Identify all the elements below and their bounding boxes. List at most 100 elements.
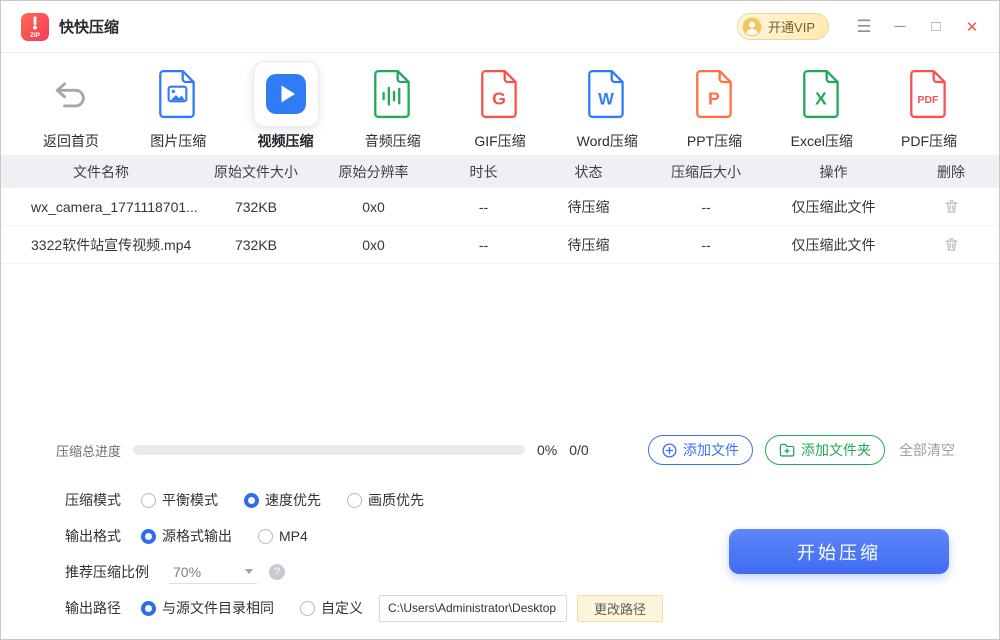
help-icon[interactable]: ? (269, 564, 285, 580)
col-header-filename: 文件名称 (1, 162, 201, 182)
app-identity: ZIP 快快压缩 (21, 13, 119, 41)
output-path-input[interactable] (379, 595, 567, 622)
output-format-label: 输出格式 (65, 526, 121, 546)
progress-actions: 添加文件 添加文件夹 全部清空 (648, 435, 955, 465)
progress-percent: 0% (537, 442, 557, 458)
chevron-down-icon (245, 569, 253, 574)
tab-return-home[interactable]: 返回首页 (25, 61, 117, 151)
svg-text:W: W (598, 89, 614, 108)
svg-text:PDF: PDF (918, 95, 939, 106)
col-header-original-size: 原始文件大小 (201, 162, 311, 182)
tab-pdf-compress[interactable]: PDF PDF压缩 (883, 61, 975, 151)
avatar-icon (742, 17, 762, 37)
app-logo-icon: ZIP (21, 13, 49, 41)
radio-dot (347, 493, 362, 508)
back-arrow-icon (38, 61, 104, 127)
empty-file-area (1, 264, 999, 427)
radio-dot (258, 529, 273, 544)
compressed-size: -- (646, 237, 766, 253)
vip-badge[interactable]: 开通VIP (737, 13, 829, 40)
ratio-value: 70% (173, 564, 201, 580)
compress-this-file-link[interactable]: 仅压缩此文件 (792, 237, 876, 253)
compressed-size: -- (646, 199, 766, 215)
output-path-row: 输出路径 与源文件目录相同 自定义 更改路径 (65, 595, 999, 621)
ppt-doc-icon: P (682, 61, 748, 127)
radio-custom-path[interactable]: 自定义 (300, 598, 363, 618)
table-row: 3322软件站宣传视频.mp4 732KB 0x0 -- 待压缩 -- 仅压缩此… (1, 226, 999, 264)
radio-balance-mode[interactable]: 平衡模式 (141, 490, 218, 510)
add-folder-button[interactable]: 添加文件夹 (765, 435, 885, 465)
tab-gif-compress[interactable]: G GIF压缩 (454, 61, 546, 151)
progress-count: 0/0 (569, 442, 588, 458)
add-folder-icon (779, 443, 795, 457)
app-window: ZIP 快快压缩 开通VIP ☰ ─ □ ✕ (0, 0, 1000, 640)
progress-bar (133, 445, 525, 455)
add-file-button[interactable]: 添加文件 (648, 435, 753, 465)
trash-icon[interactable] (940, 195, 963, 218)
file-table-header: 文件名称 原始文件大小 原始分辨率 时长 状态 压缩后大小 操作 删除 (1, 155, 999, 188)
titlebar-controls: 开通VIP ☰ ─ □ ✕ (737, 12, 987, 42)
radio-dot (244, 493, 259, 508)
clear-all-button[interactable]: 全部清空 (899, 440, 955, 460)
compress-ratio-label: 推荐压缩比例 (65, 562, 149, 582)
radio-mp4-format[interactable]: MP4 (258, 528, 308, 544)
radio-source-format[interactable]: 源格式输出 (141, 526, 232, 546)
radio-same-as-source[interactable]: 与源文件目录相同 (141, 598, 274, 618)
file-duration: -- (436, 237, 531, 253)
tab-audio-compress[interactable]: 音频压缩 (347, 61, 439, 151)
svg-text:ZIP: ZIP (30, 32, 41, 39)
menu-icon[interactable]: ☰ (849, 12, 879, 42)
radio-quality-priority[interactable]: 画质优先 (347, 490, 424, 510)
word-doc-icon: W (574, 61, 640, 127)
file-name: 3322软件站宣传视频.mp4 (1, 235, 201, 255)
close-button[interactable]: ✕ (957, 12, 987, 42)
output-path-label: 输出路径 (65, 598, 121, 618)
table-row: wx_camera_1771118701... 732KB 0x0 -- 待压缩… (1, 188, 999, 226)
col-header-delete: 删除 (901, 162, 1000, 182)
compress-mode-row: 压缩模式 平衡模式 速度优先 画质优先 (65, 487, 999, 513)
radio-dot (141, 493, 156, 508)
change-path-button[interactable]: 更改路径 (577, 595, 663, 622)
col-header-duration: 时长 (436, 162, 531, 182)
file-size: 732KB (201, 237, 311, 253)
svg-text:P: P (708, 88, 720, 108)
vip-label: 开通VIP (768, 17, 815, 36)
video-play-icon (253, 61, 319, 127)
radio-dot (300, 601, 315, 616)
status-badge: 待压缩 (531, 197, 646, 217)
audio-doc-icon (360, 61, 426, 127)
app-title: 快快压缩 (59, 16, 119, 37)
tab-video-compress[interactable]: 视频压缩 (240, 61, 332, 151)
col-header-resolution: 原始分辨率 (311, 162, 436, 182)
maximize-button[interactable]: □ (921, 12, 951, 42)
file-name: wx_camera_1771118701... (1, 199, 201, 215)
progress-label: 压缩总进度 (56, 441, 121, 460)
settings-panel: 压缩模式 平衡模式 速度优先 画质优先 输出格式 源格式输出 MP4 (1, 473, 999, 639)
file-duration: -- (436, 199, 531, 215)
svg-text:X: X (815, 88, 827, 108)
radio-speed-priority[interactable]: 速度优先 (244, 490, 321, 510)
col-header-compressed-size: 压缩后大小 (646, 162, 766, 182)
add-file-icon (662, 443, 677, 458)
compress-this-file-link[interactable]: 仅压缩此文件 (792, 199, 876, 215)
col-header-status: 状态 (531, 162, 646, 182)
tab-word-compress[interactable]: W Word压缩 (561, 61, 653, 151)
titlebar: ZIP 快快压缩 开通VIP ☰ ─ □ ✕ (1, 1, 999, 53)
radio-dot (141, 601, 156, 616)
minimize-button[interactable]: ─ (885, 12, 915, 42)
tab-ppt-compress[interactable]: P PPT压缩 (669, 61, 761, 151)
image-doc-icon (145, 61, 211, 127)
start-compress-button[interactable]: 开始压缩 (729, 529, 949, 574)
trash-icon[interactable] (940, 233, 963, 256)
status-badge: 待压缩 (531, 235, 646, 255)
ratio-select[interactable]: 70% (169, 560, 257, 584)
radio-dot (141, 529, 156, 544)
progress-section: 压缩总进度 0% 0/0 添加文件 (1, 427, 999, 473)
tab-excel-compress[interactable]: X Excel压缩 (776, 61, 868, 151)
file-resolution: 0x0 (311, 237, 436, 253)
file-resolution: 0x0 (311, 199, 436, 215)
compress-mode-label: 压缩模式 (65, 490, 121, 510)
tab-image-compress[interactable]: 图片压缩 (132, 61, 224, 151)
col-header-action: 操作 (766, 162, 901, 182)
svg-text:G: G (492, 88, 506, 108)
